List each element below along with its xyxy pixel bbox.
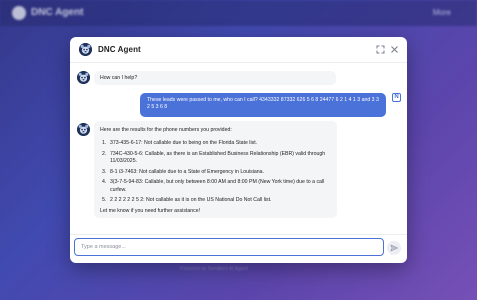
user-avatar-badge: N — [392, 93, 401, 102]
close-icon[interactable] — [390, 45, 399, 54]
user-message: These leads were passed to me, who can I… — [140, 93, 386, 117]
agent-avatar-icon — [77, 71, 90, 84]
results-list: 1. 373-435-6-17: Not callable due to bei… — [100, 140, 331, 204]
expand-icon[interactable] — [376, 45, 385, 54]
results-intro: Here are the results for the phone numbe… — [100, 127, 232, 133]
list-item-number: 4. — [102, 179, 107, 186]
list-item-text: 373-435-6-17: Not callable due to being … — [110, 140, 258, 147]
list-item-number: 5. — [102, 197, 107, 204]
list-item-number: 3. — [102, 168, 107, 175]
list-item-text: 734C-430-5-6: Callable, as there is an E… — [110, 150, 326, 165]
dialog-title: DNC Agent — [98, 45, 141, 54]
list-item: 5. 2 2 2 2 2 2 5 2: Not callable as it i… — [100, 197, 331, 204]
results-closing: Let me know if you need further assistan… — [100, 207, 201, 214]
send-icon[interactable] — [387, 241, 401, 255]
agent-avatar-icon — [79, 43, 92, 56]
list-item-text: 8-1 i3-7463: Not callable due to a State… — [110, 168, 264, 175]
message-input[interactable] — [74, 238, 384, 256]
dialog-header: DNC Agent — [70, 37, 407, 63]
list-item-text: 3(3-7-5-94-83: Callable, but only betwee… — [110, 179, 325, 193]
composer-divider — [70, 234, 407, 235]
list-item: 1. 373-435-6-17: Not callable due to bei… — [100, 140, 331, 147]
list-item: 2. 734C-430-5-6: Callable, as there is a… — [100, 151, 331, 166]
list-item: 4. 3(3-7-5-94-83: Callable, but only bet… — [100, 179, 331, 194]
agent-message-greeting: How can I help? — [94, 71, 336, 85]
list-item-text: 2 2 2 2 2 2 5 2: Not callable as it is o… — [110, 197, 272, 204]
agent-avatar-icon — [77, 123, 90, 136]
agent-message-results: Here are the results for the phone numbe… — [94, 121, 337, 218]
list-item-number: 2. — [102, 150, 107, 157]
list-item: 3. 8-1 i3-7463: Not callable due to a St… — [100, 169, 331, 176]
list-item-number: 1. — [102, 140, 107, 147]
